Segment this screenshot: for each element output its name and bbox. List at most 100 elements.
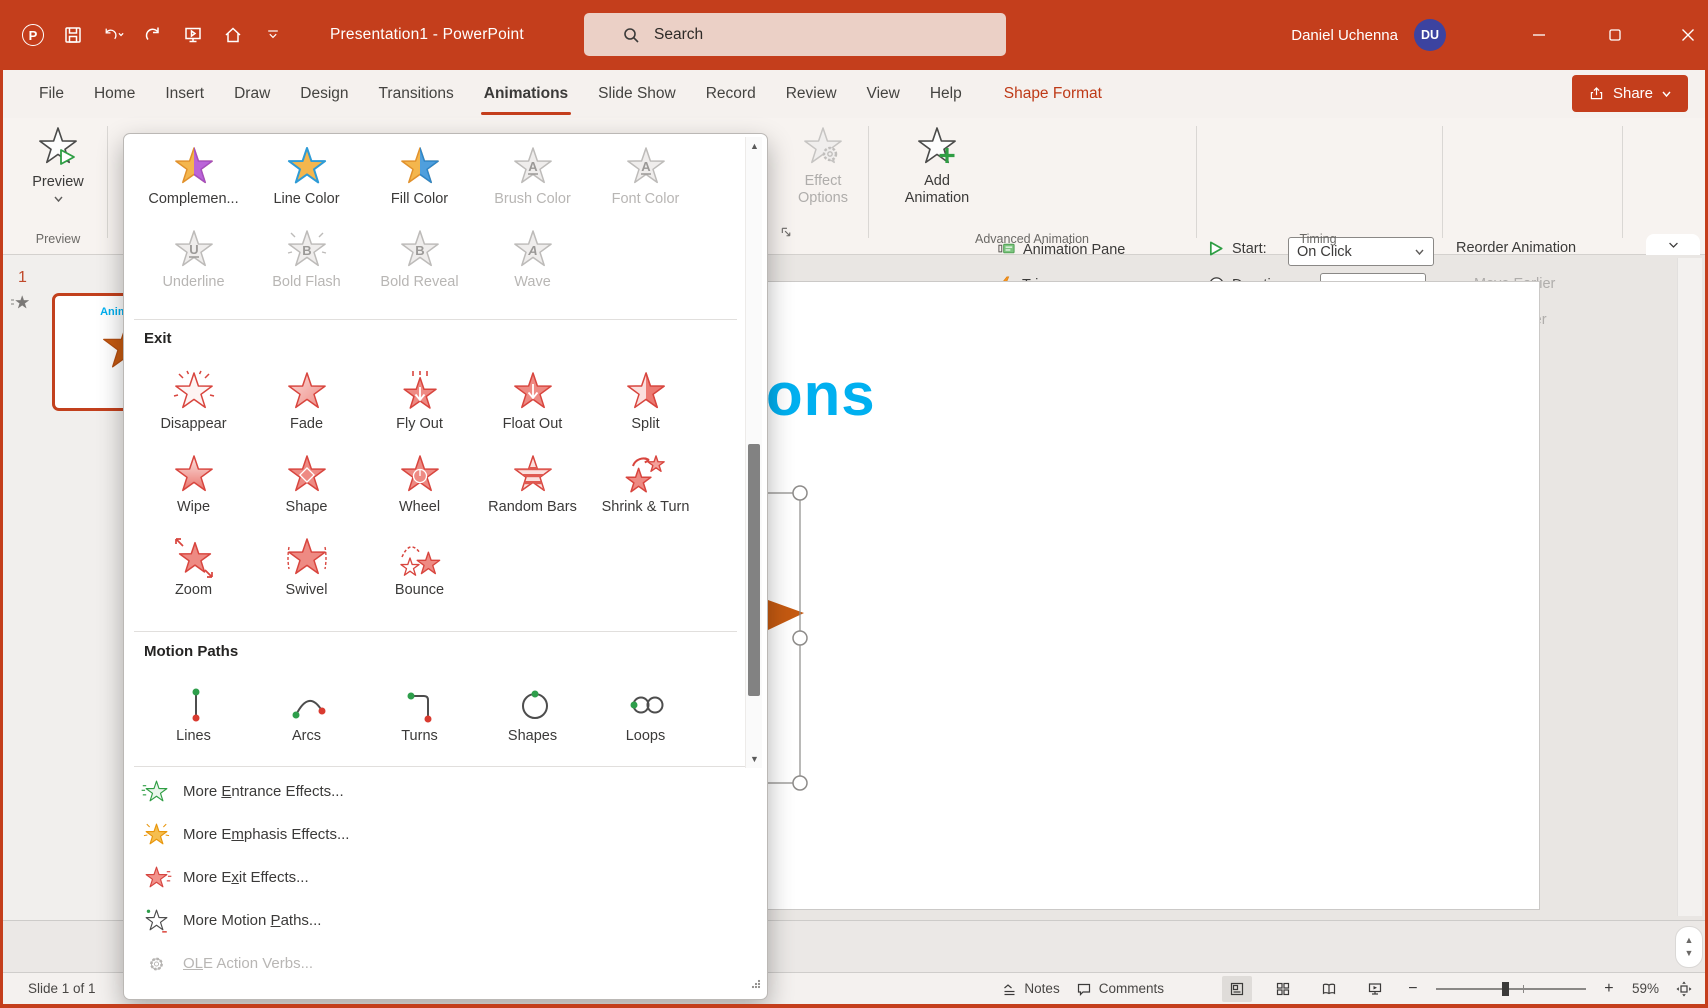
tab-shape-format[interactable]: Shape Format (989, 70, 1117, 118)
gallery-item-complementary-color[interactable]: Complemen... (137, 146, 250, 207)
add-animation-button[interactable]: Add Animation (897, 126, 977, 207)
tab-slide-show[interactable]: Slide Show (583, 70, 691, 118)
exit-gallery-row: Disappear Fade Fly Out Float Out (137, 371, 702, 432)
gallery-item-zoom[interactable]: Zoom (137, 537, 250, 598)
zoom-slider[interactable] (1436, 981, 1586, 997)
ole-action-verbs-item: OLE Action Verbs... (124, 942, 767, 985)
zoom-out-button[interactable]: − (1406, 980, 1420, 998)
gallery-menu-list: More Entrance Effects... More Emphasis E… (124, 770, 767, 985)
slideshow-view-button[interactable] (1360, 976, 1390, 1002)
gallery-item-float-out[interactable]: Float Out (476, 371, 589, 432)
gallery-scrollbar[interactable]: ▲ ▼ (745, 137, 762, 768)
tab-draw[interactable]: Draw (219, 70, 285, 118)
slide-title-text[interactable]: ons (766, 360, 876, 429)
more-motion-paths-item[interactable]: More Motion Paths... (124, 899, 767, 942)
gallery-item-wipe[interactable]: Wipe (137, 454, 250, 515)
shape-star-icon (287, 454, 327, 496)
gallery-item-line-color[interactable]: Line Color (250, 146, 363, 207)
scroll-down-icon[interactable]: ▼ (1685, 949, 1694, 958)
selection-handle-top[interactable] (793, 486, 807, 500)
gallery-scrollbar-thumb[interactable] (748, 444, 760, 696)
gallery-item-disappear[interactable]: Disappear (137, 371, 250, 432)
fly-out-star-icon (400, 371, 440, 413)
slide-vertical-scrollbar[interactable] (1677, 258, 1702, 916)
gallery-item-wheel[interactable]: Wheel (363, 454, 476, 515)
avatar[interactable]: DU (1414, 19, 1446, 51)
minimize-button[interactable] (1516, 0, 1562, 70)
account-area[interactable]: Daniel Uchenna DU (1291, 0, 1446, 70)
gallery-item-turns[interactable]: Turns (363, 683, 476, 744)
gallery-item-fly-out[interactable]: Fly Out (363, 371, 476, 432)
gallery-item-bounce[interactable]: Bounce (363, 537, 476, 598)
comments-button[interactable]: Comments (1076, 980, 1164, 997)
save-icon[interactable] (62, 24, 84, 46)
svg-text:B: B (302, 243, 311, 258)
gallery-item-fade[interactable]: Fade (250, 371, 363, 432)
tab-design[interactable]: Design (285, 70, 363, 118)
active-tab-underline (481, 112, 571, 115)
tab-transitions[interactable]: Transitions (364, 70, 469, 118)
gallery-item-shape[interactable]: Shape (250, 454, 363, 515)
wheel-star-icon (400, 454, 440, 496)
float-out-star-icon (513, 371, 553, 413)
zoom-level[interactable]: 59% (1632, 981, 1659, 996)
customize-quick-access-icon[interactable] (262, 24, 284, 46)
powerpoint-logo-icon[interactable]: P (22, 24, 44, 46)
dropdown-resize-grip[interactable] (751, 976, 761, 994)
scroll-up-icon[interactable]: ▲ (1685, 936, 1694, 945)
maximize-button[interactable] (1592, 0, 1638, 70)
gallery-item-swivel[interactable]: Swivel (250, 537, 363, 598)
gallery-item-shrink-and-turn[interactable]: Shrink & Turn (589, 454, 702, 515)
gallery-item-loops[interactable]: Loops (589, 683, 702, 744)
complementary-color-star-icon (174, 146, 214, 188)
search-input[interactable]: Search (584, 13, 1006, 56)
zoom-slider-thumb[interactable] (1502, 982, 1509, 996)
preview-button[interactable]: Preview (18, 126, 98, 203)
home-icon[interactable] (222, 24, 244, 46)
more-entrance-effects-item[interactable]: More Entrance Effects... (124, 770, 767, 813)
emphasis-star-icon (144, 823, 168, 847)
slide-sorter-view-button[interactable] (1268, 976, 1298, 1002)
gallery-item-fill-color[interactable]: Fill Color (363, 146, 476, 207)
animation-dialog-launcher-icon[interactable] (780, 226, 793, 244)
gallery-item-arcs[interactable]: Arcs (250, 683, 363, 744)
tab-animations[interactable]: Animations (469, 70, 583, 118)
zoom-slider-track[interactable] (1436, 988, 1586, 990)
share-button[interactable]: Share (1572, 75, 1688, 112)
gallery-item-bold-reveal: B Bold Reveal (363, 229, 476, 290)
comments-icon (1076, 980, 1093, 997)
close-button[interactable] (1665, 0, 1708, 70)
gallery-item-lines[interactable]: Lines (137, 683, 250, 744)
selection-handle-bottom[interactable] (793, 776, 807, 790)
tab-help[interactable]: Help (915, 70, 977, 118)
gallery-scroll-down-icon[interactable]: ▼ (746, 753, 763, 765)
zoom-in-button[interactable]: + (1602, 980, 1616, 998)
gallery-item-random-bars[interactable]: Random Bars (476, 454, 589, 515)
selection-handle-middle[interactable] (793, 631, 807, 645)
fit-slide-to-window-icon[interactable] (1675, 980, 1692, 997)
normal-view-button[interactable] (1222, 976, 1252, 1002)
split-star-icon (626, 371, 666, 413)
tab-file[interactable]: File (24, 70, 79, 118)
powerpoint-window: P Presentation1 - PowerPoint Search (0, 0, 1708, 1008)
slide-scroll-buttons[interactable]: ▲ ▼ (1675, 926, 1703, 968)
tab-view[interactable]: View (852, 70, 915, 118)
reading-view-button[interactable] (1314, 976, 1344, 1002)
notes-button[interactable]: Notes (1001, 980, 1059, 997)
more-emphasis-effects-item[interactable]: More Emphasis Effects... (124, 813, 767, 856)
gear-icon (144, 952, 168, 976)
more-exit-effects-item[interactable]: More Exit Effects... (124, 856, 767, 899)
tab-insert[interactable]: Insert (150, 70, 219, 118)
start-slideshow-icon[interactable] (182, 24, 204, 46)
gallery-scroll-up-icon[interactable]: ▲ (746, 140, 763, 152)
tab-home[interactable]: Home (79, 70, 150, 118)
gallery-item-split[interactable]: Split (589, 371, 702, 432)
random-bars-star-icon (513, 454, 553, 496)
tab-review[interactable]: Review (771, 70, 852, 118)
wipe-star-icon (174, 454, 214, 496)
collapse-ribbon-button[interactable] (1646, 234, 1700, 255)
tab-record[interactable]: Record (691, 70, 771, 118)
gallery-item-shapes[interactable]: Shapes (476, 683, 589, 744)
undo-icon[interactable] (102, 24, 124, 46)
redo-icon[interactable] (142, 24, 164, 46)
